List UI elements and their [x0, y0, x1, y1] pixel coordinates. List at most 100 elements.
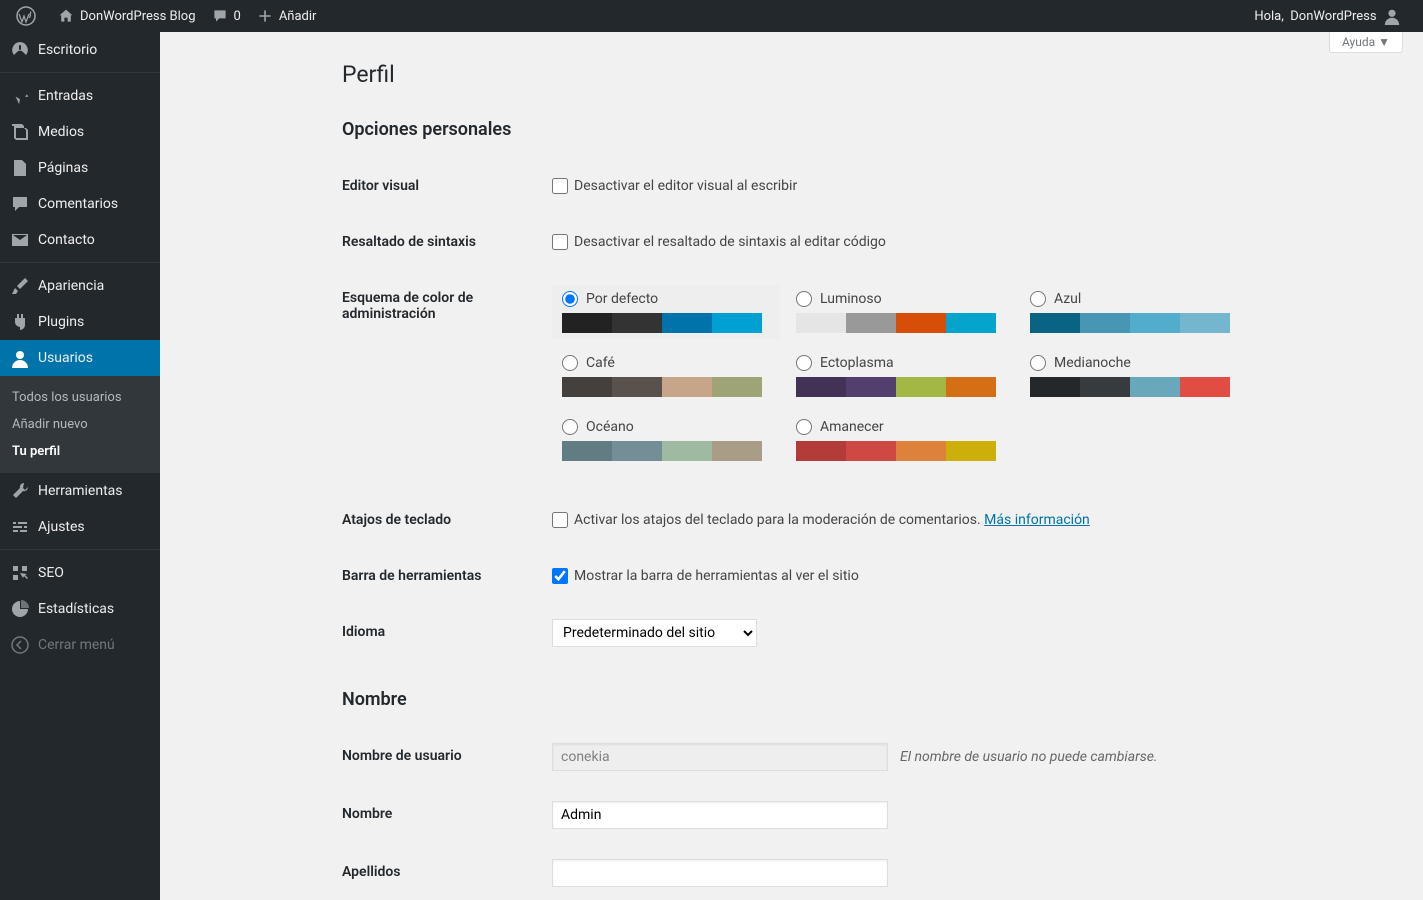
menu-settings-label: Ajustes [38, 519, 85, 535]
color-scheme-radio[interactable] [796, 291, 812, 307]
toolbar-text: Mostrar la barra de herramientas al ver … [574, 568, 859, 584]
menu-pages[interactable]: Páginas [0, 150, 160, 186]
keyboard-more-link[interactable]: Más información [984, 512, 1090, 528]
menu-media[interactable]: Medios [0, 114, 160, 150]
username-input [552, 743, 888, 771]
menu-stats[interactable]: Estadísticas [0, 591, 160, 627]
color-scheme-radio[interactable] [796, 355, 812, 371]
menu-users[interactable]: Usuarios [0, 340, 160, 376]
submenu-add-user[interactable]: Añadir nuevo [0, 411, 160, 438]
menu-plugins-label: Plugins [38, 314, 84, 330]
firstname-input[interactable] [552, 801, 888, 829]
menu-contact-label: Contacto [38, 232, 95, 248]
comments-link[interactable]: 0 [204, 0, 249, 32]
color-scheme-option[interactable]: Café [552, 349, 780, 403]
menu-users-label: Usuarios [38, 350, 93, 366]
toolbar-checkbox[interactable] [552, 568, 568, 584]
display-name: DonWordPress [1290, 9, 1376, 24]
comment-count: 0 [234, 9, 241, 24]
envelope-icon [10, 230, 30, 250]
menu-appearance[interactable]: Apariencia [0, 268, 160, 304]
color-scheme-option[interactable]: Océano [552, 413, 780, 467]
menu-dashboard[interactable]: Escritorio [0, 32, 160, 68]
menu-comments[interactable]: Comentarios [0, 186, 160, 222]
color-scheme-name: Luminoso [820, 291, 882, 307]
submenu-your-profile[interactable]: Tu perfil [0, 438, 160, 465]
color-scheme-radio[interactable] [562, 291, 578, 307]
menu-seo-label: SEO [38, 565, 64, 581]
color-scheme-radio[interactable] [1030, 355, 1046, 371]
keyboard-checkbox[interactable] [552, 512, 568, 528]
menu-contact[interactable]: Contacto [0, 222, 160, 258]
color-scheme-radio[interactable] [1030, 291, 1046, 307]
menu-collapse[interactable]: Cerrar menú [0, 627, 160, 663]
menu-posts-label: Entradas [38, 88, 93, 104]
help-tab[interactable]: Ayuda ▼ [1329, 32, 1403, 53]
pages-icon [10, 158, 30, 178]
visual-editor-checkbox[interactable] [552, 178, 568, 194]
site-name: DonWordPress Blog [80, 9, 196, 24]
menu-separator [0, 545, 160, 550]
menu-seo[interactable]: SEO [0, 555, 160, 591]
color-scheme-picker: Por defecto Luminoso Azul Café EctoplasmaMed… [552, 285, 1373, 477]
submenu-all-users[interactable]: Todos los usuarios [0, 384, 160, 411]
visual-editor-label: Editor visual [342, 158, 542, 214]
submenu-users: Todos los usuarios Añadir nuevo Tu perfi… [0, 376, 160, 473]
visual-editor-checkbox-label[interactable]: Desactivar el editor visual al escribir [552, 178, 797, 194]
wp-logo[interactable] [8, 0, 50, 32]
color-palette [562, 441, 762, 461]
toolbar-checkbox-label[interactable]: Mostrar la barra de herramientas al ver … [552, 568, 859, 584]
color-palette [796, 377, 996, 397]
color-scheme-name: Café [586, 355, 615, 371]
syntax-checkbox-label[interactable]: Desactivar el resaltado de sintaxis al e… [552, 234, 886, 250]
color-scheme-radio[interactable] [796, 419, 812, 435]
syntax-checkbox[interactable] [552, 234, 568, 250]
color-scheme-option[interactable]: Amanecer [786, 413, 1014, 467]
menu-stats-label: Estadísticas [38, 601, 114, 617]
keyboard-checkbox-label[interactable]: Activar los atajos del teclado para la m… [552, 512, 981, 528]
menu-settings[interactable]: Ajustes [0, 509, 160, 545]
color-scheme-option[interactable]: Ectoplasma [786, 349, 1014, 403]
color-palette [796, 313, 996, 333]
menu-pages-label: Páginas [38, 160, 88, 176]
color-scheme-option[interactable]: Medianoche [1020, 349, 1248, 403]
language-select[interactable]: Predeterminado del sitio [552, 619, 757, 647]
color-scheme-option[interactable]: Por defecto [552, 285, 780, 339]
color-palette [796, 441, 996, 461]
add-new-link[interactable]: Añadir [249, 0, 325, 32]
media-icon [10, 122, 30, 142]
lastname-input[interactable] [552, 859, 888, 887]
color-scheme-option[interactable]: Azul [1020, 285, 1248, 339]
section-name: Nombre [342, 689, 1383, 710]
seo-icon [10, 563, 30, 583]
site-name-link[interactable]: DonWordPress Blog [50, 0, 204, 32]
my-account[interactable]: Hola, DonWordPress [1246, 0, 1415, 32]
keyboard-shortcuts-label: Atajos de teclado [342, 492, 542, 548]
page-title: Perfil [342, 52, 1383, 92]
dashboard-icon [10, 40, 30, 60]
menu-appearance-label: Apariencia [38, 278, 104, 294]
menu-posts[interactable]: Entradas [0, 78, 160, 114]
color-scheme-name: Océano [586, 419, 634, 435]
chart-icon [10, 599, 30, 619]
color-palette [1030, 377, 1230, 397]
color-palette [562, 377, 762, 397]
color-palette [1030, 313, 1230, 333]
menu-tools[interactable]: Herramientas [0, 473, 160, 509]
users-icon [10, 348, 30, 368]
color-scheme-option[interactable]: Luminoso [786, 285, 1014, 339]
color-scheme-name: Azul [1054, 291, 1081, 307]
menu-tools-label: Herramientas [38, 483, 123, 499]
color-scheme-radio[interactable] [562, 355, 578, 371]
menu-plugins[interactable]: Plugins [0, 304, 160, 340]
color-palette [562, 313, 762, 333]
plugin-icon [10, 312, 30, 332]
firstname-label: Nombre [342, 786, 542, 844]
keyboard-text: Activar los atajos del teclado para la m… [574, 512, 981, 528]
syntax-text: Desactivar el resaltado de sintaxis al e… [574, 234, 886, 250]
sliders-icon [10, 517, 30, 537]
username-description: El nombre de usuario no puede cambiarse. [900, 749, 1158, 765]
color-scheme-radio[interactable] [562, 419, 578, 435]
comments-icon [10, 194, 30, 214]
menu-separator [0, 258, 160, 263]
